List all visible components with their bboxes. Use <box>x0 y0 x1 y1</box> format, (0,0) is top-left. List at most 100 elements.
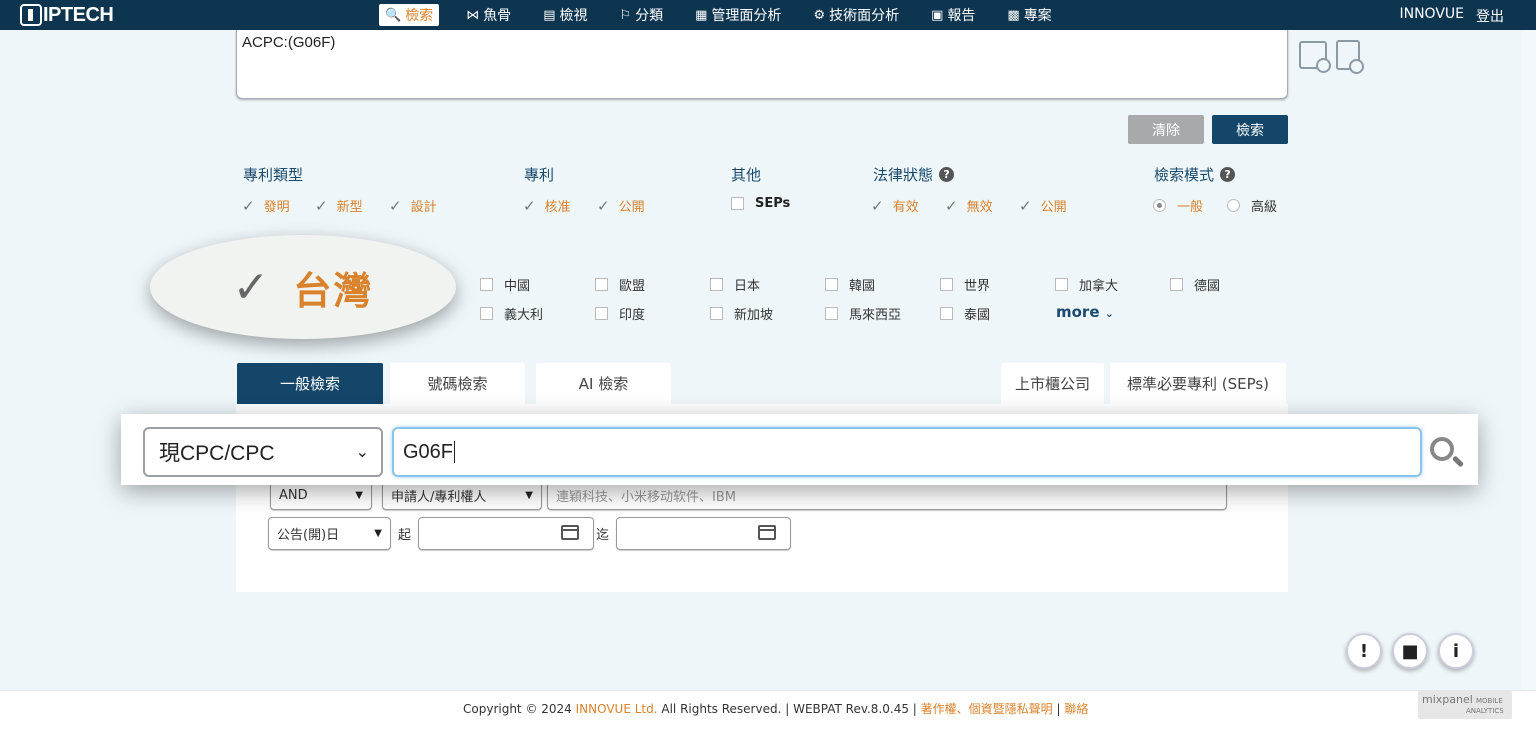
date-to-label: 迄 <box>596 528 610 543</box>
checkbox-box <box>480 307 493 320</box>
country-world[interactable]: 世界 <box>940 275 990 294</box>
country-india[interactable]: 印度 <box>595 304 645 323</box>
scrollbar[interactable] <box>1522 30 1536 690</box>
checkmark-icon: ✓ <box>1019 196 1032 215</box>
chevron-down-icon: ▼ <box>355 490 363 501</box>
calendar-icon[interactable] <box>758 525 776 540</box>
chevron-down-icon: ▼ <box>374 528 382 539</box>
user-name[interactable]: INNOVUE <box>1399 6 1464 26</box>
radio-dot <box>1227 199 1240 212</box>
more-countries-link[interactable]: more ⌄ <box>1056 303 1114 321</box>
nav-classify[interactable]: ⚐ 分類 <box>614 4 668 26</box>
checkbox-design[interactable]: ✓ 設計 <box>389 196 437 216</box>
country-china[interactable]: 中國 <box>480 275 530 294</box>
iptech-logo[interactable]: IPTECH <box>20 3 114 27</box>
country-taiwan-label: 台灣 <box>293 268 374 313</box>
country-italy[interactable]: 義大利 <box>480 304 543 323</box>
field-select-applicant[interactable]: 申請人/專利權人 ▼ <box>382 481 542 510</box>
tab-listed-companies[interactable]: 上市櫃公司 <box>1001 363 1104 404</box>
clear-button[interactable]: 清除 <box>1128 115 1204 144</box>
legal-status-title: 法律狀態? <box>873 164 955 185</box>
calendar-icon[interactable] <box>561 525 579 540</box>
nav-management-analysis[interactable]: ▦ 管理面分析 <box>690 4 786 26</box>
checkbox-utility[interactable]: ✓ 新型 <box>315 196 363 216</box>
checkbox-valid[interactable]: ✓ 有效 <box>871 196 919 216</box>
report-icon: ▣ <box>931 7 944 23</box>
nav-label: 報告 <box>947 8 976 24</box>
checkbox-box <box>1055 278 1068 291</box>
nav-project[interactable]: ▩ 專案 <box>1002 4 1056 26</box>
checkbox-published[interactable]: ✓ 公開 <box>597 196 645 216</box>
fishbone-icon: ⋈ <box>466 7 480 23</box>
field-select-cpc[interactable]: 現CPC/CPC ⌄ <box>143 427 383 477</box>
applicant-input[interactable]: 連穎科技、小米移动软件、IBM <box>547 481 1227 510</box>
query-inspect-icon[interactable] <box>1336 40 1364 74</box>
date-field-select[interactable]: 公告(開)日 ▼ <box>268 517 391 550</box>
org-link[interactable]: INNOVUE Ltd. <box>576 702 658 716</box>
date-from-input[interactable] <box>418 517 594 550</box>
checkbox-granted[interactable]: ✓ 核准 <box>523 196 571 216</box>
tab-number-search[interactable]: 號碼檢索 <box>390 363 525 404</box>
checkbox-seps[interactable]: SEPs <box>731 196 790 211</box>
chevron-down-icon: ⌄ <box>355 444 369 461</box>
checkbox-invalid[interactable]: ✓ 無效 <box>945 196 993 216</box>
search-input[interactable]: G06F <box>392 427 1422 477</box>
nav-search[interactable]: 🔍 檢索 <box>379 4 440 26</box>
query-textarea[interactable]: ACPC:(G06F) <box>236 30 1288 99</box>
patent-type-title: 專利類型 <box>243 166 304 184</box>
radio-general[interactable]: 一般 <box>1153 196 1203 215</box>
radio-dot <box>1153 199 1166 212</box>
boolean-operator-select[interactable]: AND ▼ <box>270 481 372 510</box>
search-icon[interactable] <box>1430 437 1454 461</box>
checkmark-icon: ✓ <box>242 196 255 215</box>
date-to-input[interactable] <box>616 517 791 550</box>
country-canada[interactable]: 加拿大 <box>1055 275 1118 294</box>
main-nav: 🔍 檢索 ⋈ 魚骨 ▤ 檢視 ⚐ 分類 ▦ 管理面分析 ⚙ 技術面分析 ▣ 報告 ▩ 專案 <box>379 4 1079 26</box>
checkbox-invention[interactable]: ✓ 發明 <box>242 196 290 216</box>
feedback-icon[interactable]: ! <box>1346 633 1382 669</box>
checkbox-box <box>710 278 723 291</box>
tab-general-search[interactable]: 一般檢索 <box>237 363 383 404</box>
info-icon[interactable]: i <box>1438 633 1474 669</box>
country-thailand[interactable]: 泰國 <box>940 304 990 323</box>
nav-label: 魚骨 <box>483 8 512 24</box>
nav-label: 管理面分析 <box>711 8 782 24</box>
checkmark-icon: ✓ <box>232 261 270 313</box>
tab-ai-search[interactable]: AI 檢索 <box>536 363 671 404</box>
patent-title: 專利 <box>524 166 555 184</box>
search-icon: 🔍 <box>385 7 402 23</box>
privacy-link[interactable]: 著作權、個資暨隱私聲明 <box>921 702 1053 716</box>
checkmark-icon: ✓ <box>597 196 610 215</box>
checkmark-icon: ✓ <box>871 196 884 215</box>
video-icon[interactable]: ■ <box>1392 633 1428 669</box>
footer: Copyright © 2024 INNOVUE Ltd. All Rights… <box>0 690 1536 731</box>
nav-report[interactable]: ▣ 報告 <box>926 4 980 26</box>
country-malaysia[interactable]: 馬來西亞 <box>825 304 901 323</box>
nav-fishbone[interactable]: ⋈ 魚骨 <box>461 4 516 26</box>
nav-tech-analysis[interactable]: ⚙ 技術面分析 <box>808 4 904 26</box>
nav-label: 專案 <box>1023 8 1052 24</box>
checkbox-legal-published[interactable]: ✓ 公開 <box>1019 196 1067 216</box>
chevron-down-icon: ⌄ <box>1104 307 1114 320</box>
other-title: 其他 <box>731 166 762 184</box>
nav-label: 檢視 <box>559 8 588 24</box>
country-germany[interactable]: 德國 <box>1170 275 1220 294</box>
tab-seps[interactable]: 標準必要專利 (SEPs) <box>1110 363 1286 404</box>
country-eu[interactable]: 歐盟 <box>595 275 645 294</box>
contact-link[interactable]: 聯絡 <box>1064 702 1088 716</box>
country-japan[interactable]: 日本 <box>710 275 760 294</box>
help-icon[interactable]: ? <box>939 167 955 182</box>
nav-view[interactable]: ▤ 檢視 <box>538 4 592 26</box>
logout-link[interactable]: 登出 <box>1476 6 1504 26</box>
mixpanel-badge[interactable]: mixpanel MOBILE ANALYTICS <box>1418 691 1512 719</box>
search-mode-title: 檢索模式? <box>1154 164 1236 185</box>
nav-label: 技術面分析 <box>829 8 900 24</box>
country-korea[interactable]: 韓國 <box>825 275 875 294</box>
top-nav-bar: IPTECH 🔍 檢索 ⋈ 魚骨 ▤ 檢視 ⚐ 分類 ▦ 管理面分析 ⚙ 技術面分析 ▣ 報告… <box>0 0 1536 30</box>
country-singapore[interactable]: 新加坡 <box>710 304 773 323</box>
help-icon[interactable]: ? <box>1220 167 1236 182</box>
country-taiwan-highlight[interactable]: ✓ 台灣 <box>150 235 456 339</box>
search-button[interactable]: 檢索 <box>1212 115 1288 144</box>
query-preview-icon[interactable] <box>1299 41 1331 73</box>
radio-advanced[interactable]: 高級 <box>1227 196 1277 215</box>
